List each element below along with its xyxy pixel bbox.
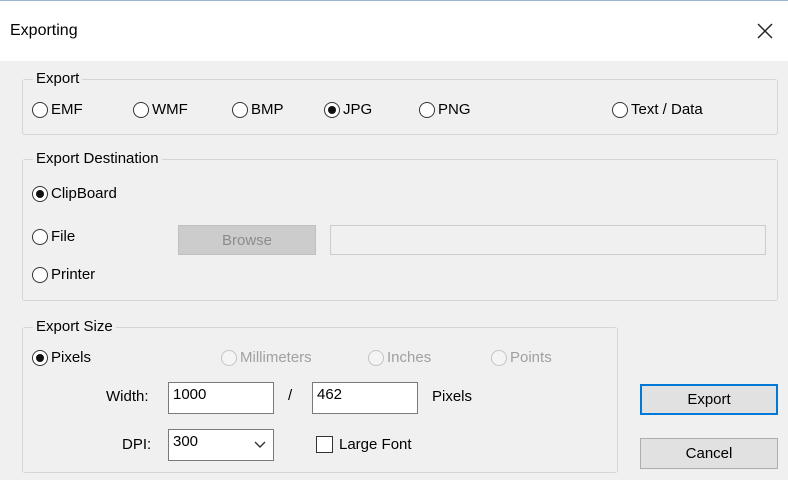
close-button[interactable] [742, 11, 788, 51]
radio-wmf-dot [133, 101, 149, 118]
width-label: Width: [106, 388, 149, 405]
export-size-group-label: Export Size [33, 318, 116, 335]
export-format-group-label: Export [33, 70, 83, 87]
dpi-select[interactable]: 300 [168, 429, 274, 461]
close-icon [757, 23, 773, 39]
radio-pixels[interactable]: Pixels [32, 349, 91, 366]
large-font-label: Large Font [339, 436, 412, 453]
radio-millimeters-label: Millimeters [240, 349, 312, 366]
radio-text-data-dot [612, 101, 628, 118]
radio-millimeters-dot [221, 349, 237, 366]
large-font-checkbox[interactable]: Large Font [316, 436, 412, 453]
radio-wmf-label: WMF [152, 101, 188, 118]
cancel-button[interactable]: Cancel [640, 438, 778, 469]
radio-jpg-label: JPG [343, 101, 373, 118]
large-font-checkbox-box [316, 436, 333, 453]
radio-png-label: PNG [438, 101, 471, 118]
unit-label: Pixels [432, 388, 473, 405]
export-button[interactable]: Export [640, 384, 778, 415]
radio-millimeters[interactable]: Millimeters [221, 349, 312, 366]
radio-inches[interactable]: Inches [368, 349, 431, 366]
chevron-down-icon [254, 441, 266, 448]
height-input[interactable]: 462 [312, 382, 418, 414]
radio-emf-dot [32, 101, 48, 118]
radio-emf-label: EMF [51, 101, 83, 118]
radio-clipboard[interactable]: ClipBoard [32, 185, 117, 202]
radio-bmp-dot [232, 101, 248, 118]
browse-button-label: Browse [221, 231, 273, 249]
radio-file[interactable]: File [32, 228, 75, 245]
radio-jpg[interactable]: JPG [324, 101, 372, 118]
radio-bmp[interactable]: BMP [232, 101, 284, 118]
export-button-label: Export [687, 391, 731, 408]
radio-printer-label: Printer [51, 266, 96, 283]
radio-jpg-dot [324, 101, 340, 118]
dpi-label: DPI: [122, 436, 152, 453]
radio-inches-dot [368, 349, 384, 366]
browse-button[interactable]: Browse [178, 225, 316, 255]
radio-points[interactable]: Points [491, 349, 552, 366]
radio-printer-dot [32, 266, 48, 283]
radio-clipboard-label: ClipBoard [51, 185, 117, 202]
cancel-button-label: Cancel [685, 445, 733, 462]
radio-printer[interactable]: Printer [32, 266, 95, 283]
radio-bmp-label: BMP [251, 101, 284, 118]
title-bar: Exporting [0, 1, 788, 61]
radio-png-dot [419, 101, 435, 118]
radio-png[interactable]: PNG [419, 101, 471, 118]
radio-text-data[interactable]: Text / Data [612, 101, 703, 118]
radio-text-data-label: Text / Data [631, 101, 703, 118]
width-input[interactable]: 1000 [168, 382, 274, 414]
radio-file-dot [32, 228, 48, 245]
exporting-dialog: Exporting Export EMF WMF BMP JPG PNG Tex… [0, 0, 788, 480]
radio-pixels-dot [32, 349, 48, 366]
radio-clipboard-dot [32, 185, 48, 202]
dpi-select-value: 300 [173, 433, 199, 450]
size-separator: / [288, 387, 293, 404]
radio-inches-label: Inches [387, 349, 432, 366]
radio-file-label: File [51, 228, 76, 245]
export-destination-group-label: Export Destination [33, 150, 162, 167]
window-title: Exporting [10, 22, 78, 39]
file-path-input[interactable] [330, 225, 766, 255]
radio-points-label: Points [510, 349, 552, 366]
radio-wmf[interactable]: WMF [133, 101, 188, 118]
radio-emf[interactable]: EMF [32, 101, 83, 118]
radio-points-dot [491, 349, 507, 366]
radio-pixels-label: Pixels [51, 349, 92, 366]
